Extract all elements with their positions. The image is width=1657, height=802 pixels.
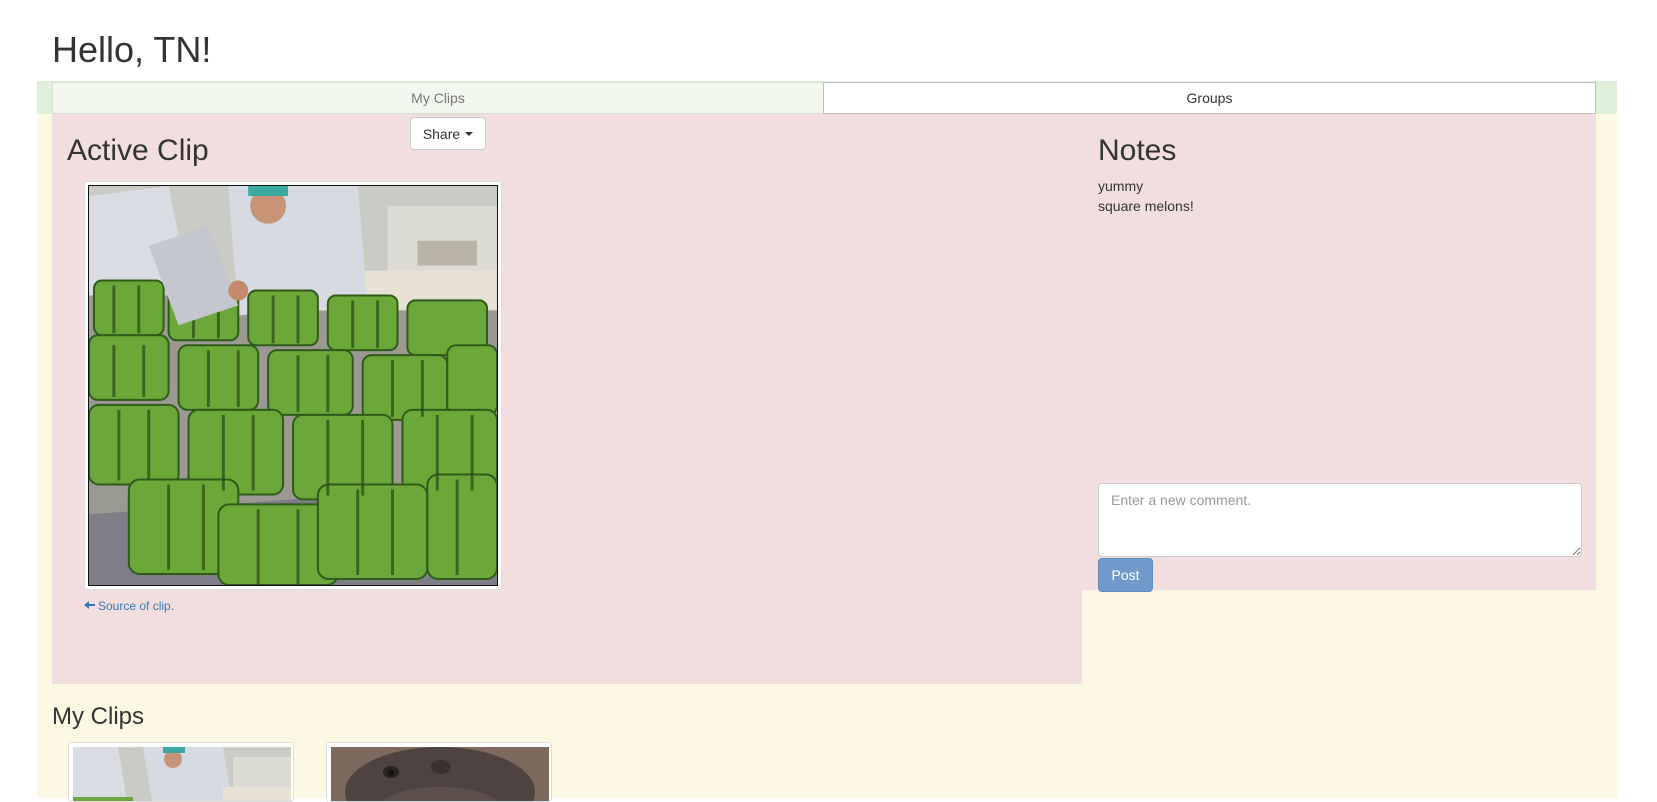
note-item: yummy <box>1098 178 1144 194</box>
source-of-clip-link[interactable]: Source of clip. <box>83 599 174 613</box>
clip-thumbnail[interactable] <box>326 742 552 802</box>
tab-groups[interactable]: Groups <box>823 82 1596 114</box>
clip-thumbnail[interactable] <box>68 742 294 802</box>
notes-title: Notes <box>1098 134 1177 167</box>
post-button[interactable]: Post <box>1098 558 1153 592</box>
share-label: Share <box>422 125 461 142</box>
note-item: square melons! <box>1098 198 1194 214</box>
tab-my-clips[interactable]: My Clips <box>52 82 824 114</box>
square-watermelons-photo <box>88 185 498 586</box>
active-clip-image[interactable] <box>84 181 502 590</box>
caret-down-icon <box>465 131 474 136</box>
my-clips-title: My Clips <box>52 703 145 730</box>
share-dropdown-button[interactable]: Share <box>410 117 486 150</box>
active-clip-title: Active Clip <box>67 134 209 167</box>
square-watermelons-thumbnail <box>73 747 291 801</box>
page-greeting: Hello, TN! <box>52 29 212 70</box>
source-link-label: Source of clip. <box>98 599 175 613</box>
back-arrow-icon <box>83 599 96 613</box>
hippo-thumbnail <box>331 747 549 801</box>
new-comment-field[interactable] <box>1098 483 1582 557</box>
